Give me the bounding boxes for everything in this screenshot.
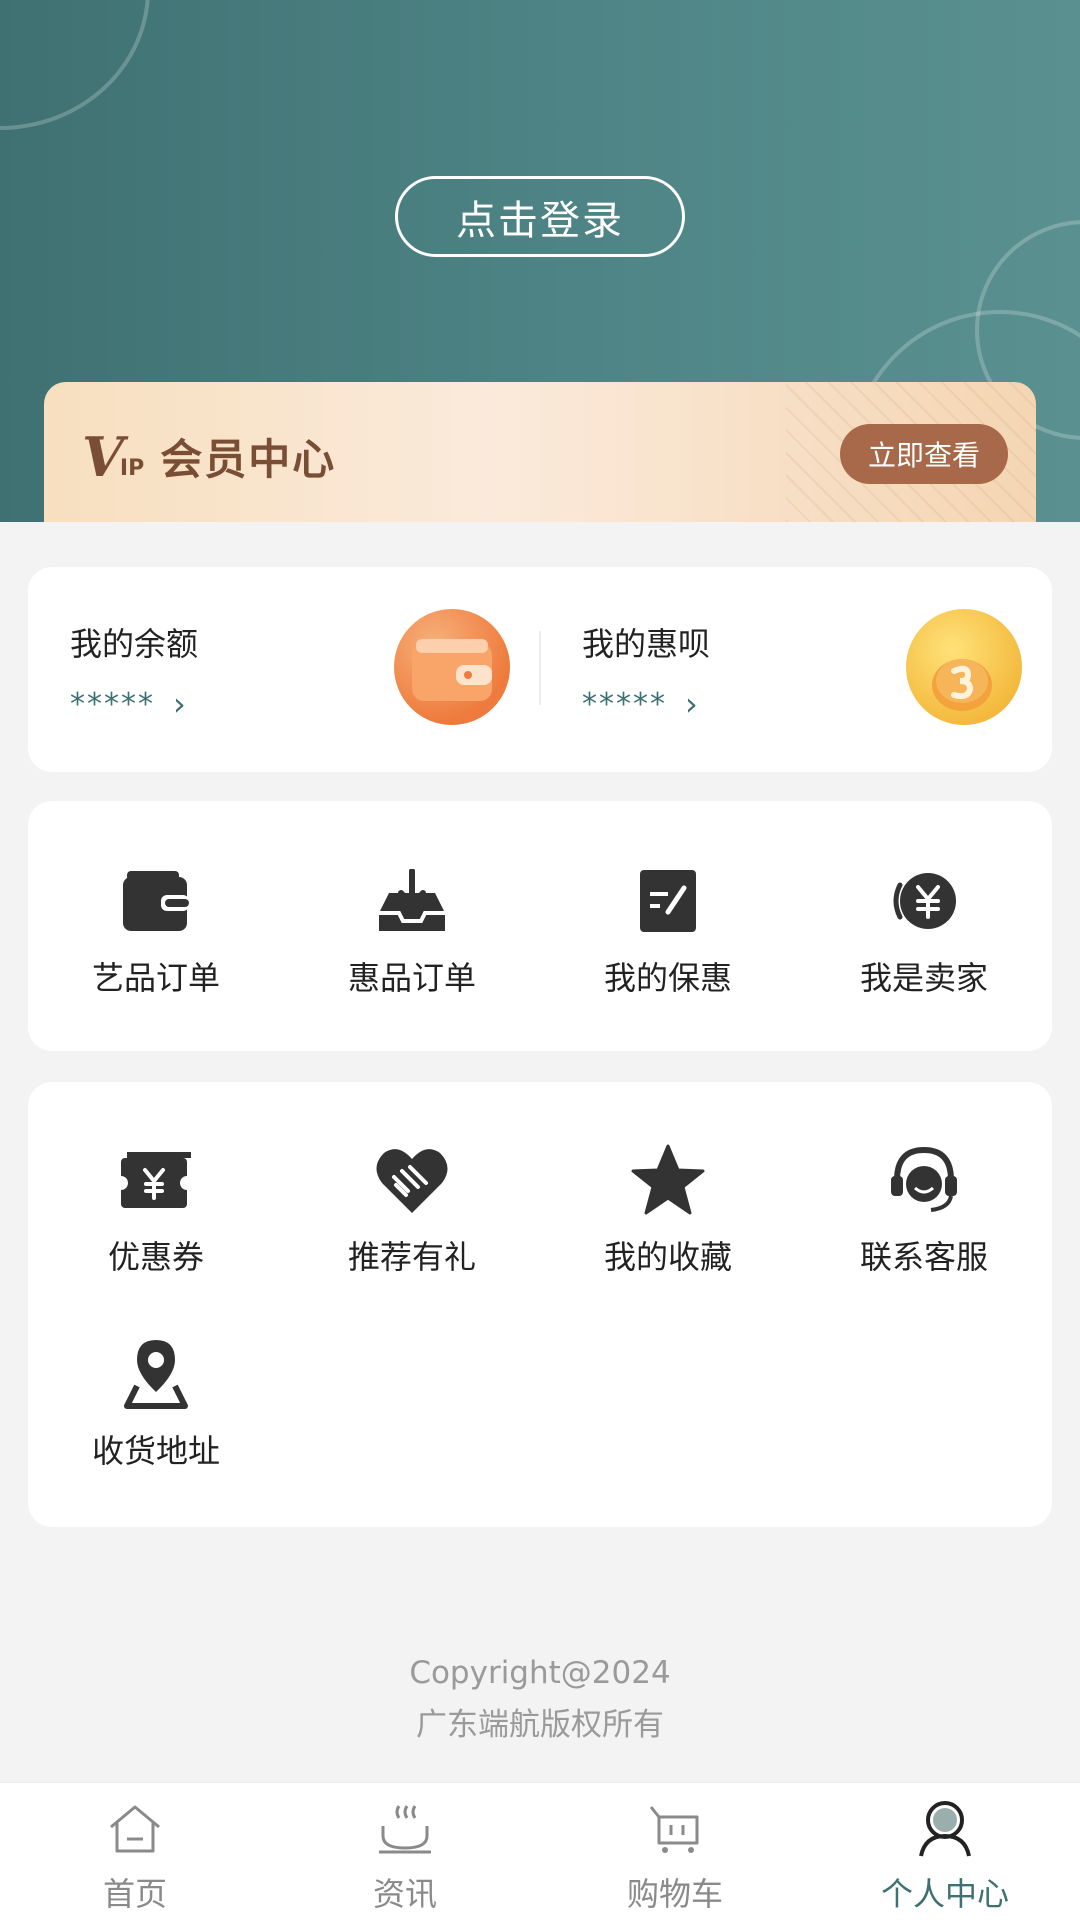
address-label: 收货地址 <box>91 1432 220 1470</box>
huibei-masked-value: ***** <box>582 686 667 722</box>
tab-news[interactable]: 资讯 <box>270 1783 540 1920</box>
balance-masked-value: ***** <box>70 686 155 722</box>
profile-icon <box>915 1799 975 1859</box>
copyright-line: Copyright@2024 <box>409 1655 671 1691</box>
edit-note-icon <box>630 863 706 939</box>
cart-icon <box>645 1799 705 1859</box>
tab-label: 个人中心 <box>880 1875 1009 1913</box>
referral-item[interactable]: 推荐有礼 <box>284 1142 540 1292</box>
handshake-heart-icon <box>374 1142 450 1218</box>
orders-card: 艺品订单 惠品订单 我的保惠 我是卖家 <box>28 801 1052 1051</box>
headset-icon <box>886 1142 962 1218</box>
copyright: Copyright@2024 广东端航版权所有 <box>0 1647 1080 1751</box>
news-bowl-icon <box>375 1799 435 1859</box>
my-insurance-item[interactable]: 我的保惠 <box>540 863 796 1013</box>
login-button[interactable]: 点击登录 <box>395 176 685 257</box>
vip-v-mark: V <box>82 424 124 489</box>
balance-value: ***** › <box>70 685 188 723</box>
referral-label: 推荐有礼 <box>347 1238 476 1276</box>
promo-orders-label: 惠品订单 <box>347 959 476 997</box>
vip-view-button[interactable]: 立即查看 <box>840 424 1008 484</box>
coupon-icon <box>118 1142 194 1218</box>
tab-label: 资讯 <box>372 1875 437 1913</box>
chevron-right-icon: › <box>685 685 700 723</box>
customer-service-label: 联系客服 <box>859 1238 988 1276</box>
art-orders-label: 艺品订单 <box>91 959 220 997</box>
balance-card: 我的余额 ***** › 我的惠呗 ***** › <box>28 567 1052 772</box>
wallet-icon <box>394 609 510 725</box>
address-item[interactable]: 收货地址 <box>28 1336 284 1486</box>
inbox-download-icon <box>374 863 450 939</box>
customer-service-item[interactable]: 联系客服 <box>796 1142 1052 1292</box>
wallet-icon <box>118 863 194 939</box>
location-pin-icon <box>118 1336 194 1412</box>
company-line: 广东端航版权所有 <box>416 1707 664 1743</box>
vip-title: 会员中心 <box>160 435 337 484</box>
my-huibei-item[interactable]: 我的惠呗 ***** › <box>540 567 1052 772</box>
huibei-label: 我的惠呗 <box>582 625 711 663</box>
tab-home[interactable]: 首页 <box>0 1783 270 1920</box>
huibei-value: ***** › <box>582 685 700 723</box>
my-balance-item[interactable]: 我的余额 ***** › <box>28 567 540 772</box>
tab-label: 购物车 <box>626 1875 723 1913</box>
tab-cart[interactable]: 购物车 <box>540 1783 810 1920</box>
star-icon <box>630 1142 706 1218</box>
chevron-right-icon: › <box>173 685 188 723</box>
yuan-coin-icon <box>886 863 962 939</box>
coupon-item[interactable]: 优惠券 <box>28 1142 284 1292</box>
services-card: 优惠券 推荐有礼 我的收藏 联系客服 收货地址 <box>28 1082 1052 1527</box>
vip-ip-mark: IP <box>119 456 145 481</box>
coupon-label: 优惠券 <box>107 1238 204 1276</box>
art-orders-item[interactable]: 艺品订单 <box>28 863 284 1013</box>
balance-label: 我的余额 <box>70 625 199 663</box>
vip-logo: V IP 会员中心 <box>82 426 336 487</box>
seller-label: 我是卖家 <box>859 959 988 997</box>
tab-label: 首页 <box>102 1875 167 1913</box>
vip-banner[interactable]: V IP 会员中心 立即查看 <box>44 382 1036 522</box>
decor-ring <box>0 0 150 130</box>
seller-item[interactable]: 我是卖家 <box>796 863 1052 1013</box>
promo-orders-item[interactable]: 惠品订单 <box>284 863 540 1013</box>
favorites-item[interactable]: 我的收藏 <box>540 1142 796 1292</box>
favorites-label: 我的收藏 <box>603 1238 732 1276</box>
tab-profile[interactable]: 个人中心 <box>810 1783 1080 1920</box>
coin-icon <box>906 609 1022 725</box>
home-icon <box>105 1799 165 1859</box>
my-insurance-label: 我的保惠 <box>603 959 732 997</box>
bottom-tab-bar: 首页 资讯 购物车 个人中心 <box>0 1782 1080 1920</box>
